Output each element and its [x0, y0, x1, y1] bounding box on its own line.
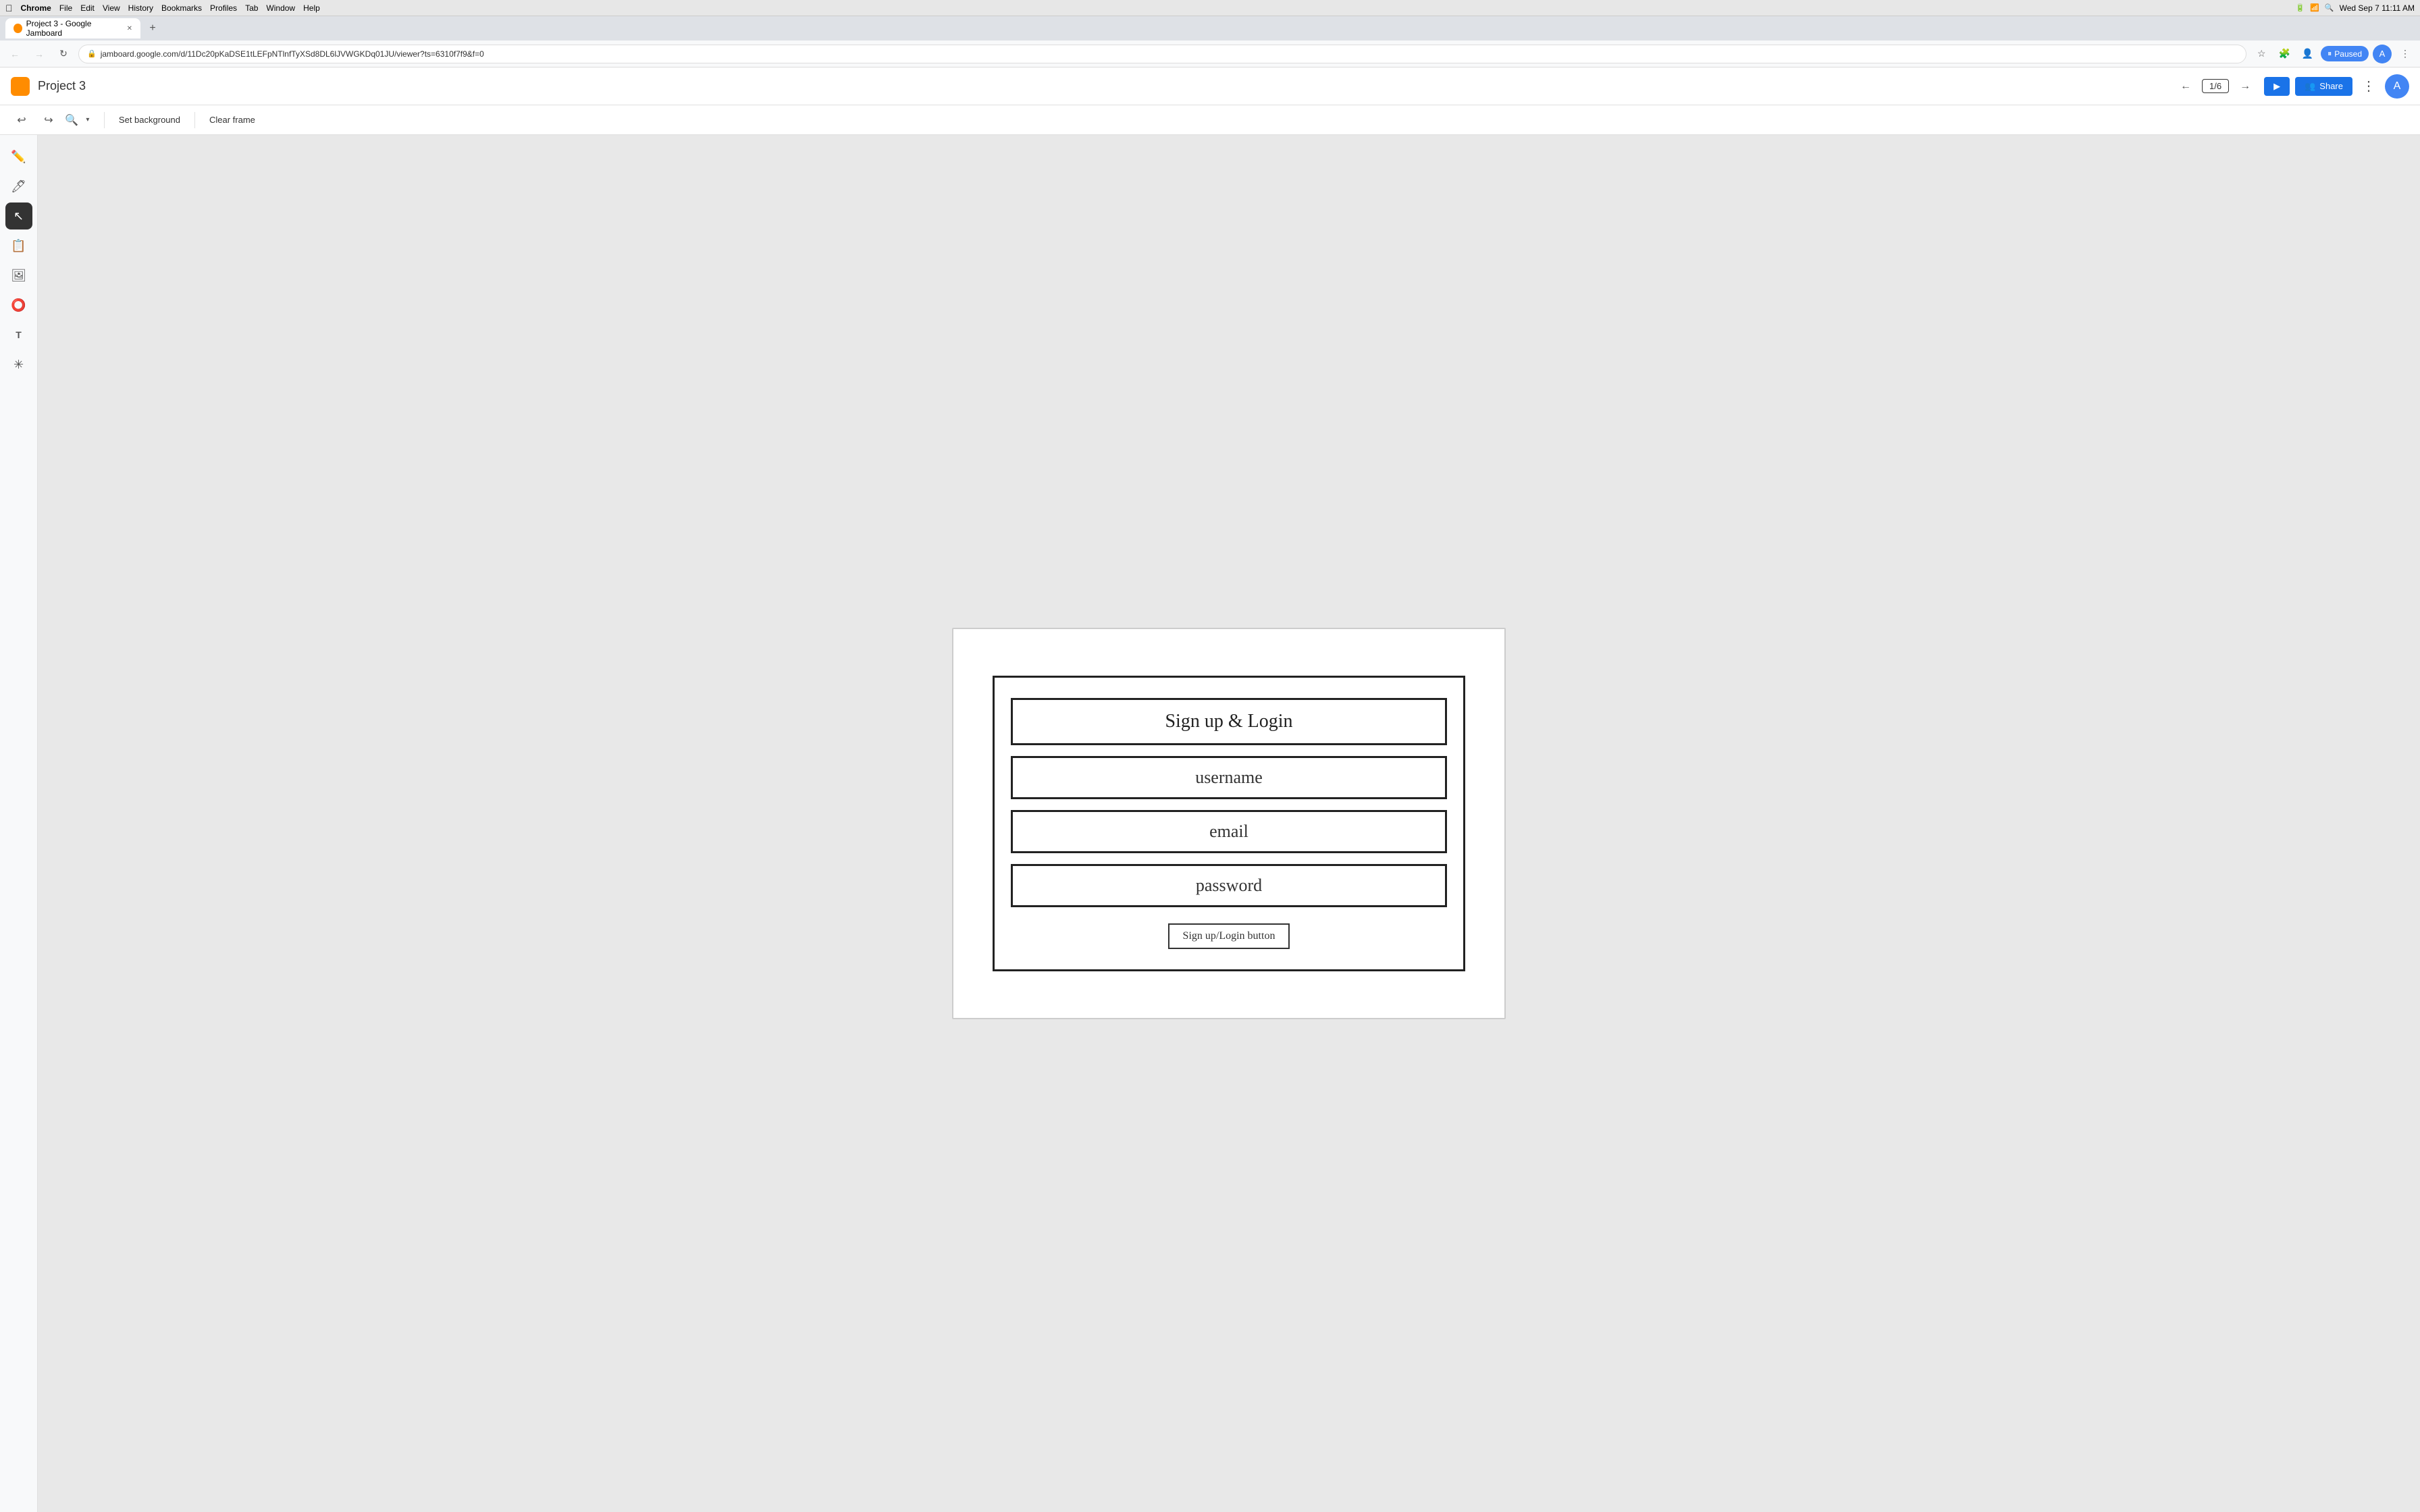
username-field-box: username	[1011, 756, 1447, 799]
menu-window[interactable]: Window	[266, 3, 295, 13]
pen-tool[interactable]: ✏️	[5, 143, 32, 170]
apple-menu[interactable]: 	[5, 3, 13, 14]
menu-help[interactable]: Help	[303, 3, 320, 13]
password-field-label: password	[1196, 875, 1262, 895]
tab-title: Project 3 - Google Jamboard	[26, 19, 120, 38]
profile-icon[interactable]: 👤	[2298, 45, 2317, 63]
redo-button[interactable]: ↪	[38, 109, 59, 131]
chrome-menu-button[interactable]: ⋮	[2396, 45, 2415, 63]
paused-button[interactable]: ⏸ Paused	[2321, 46, 2369, 61]
menu-bookmarks[interactable]: Bookmarks	[161, 3, 202, 13]
password-field-box: password	[1011, 864, 1447, 907]
form-submit-button[interactable]: Sign up/Login button	[1168, 923, 1290, 949]
present-button[interactable]: ▶	[2264, 77, 2290, 96]
share-icon: 👥	[2305, 81, 2315, 92]
chrome-user-avatar[interactable]: A	[2373, 45, 2392, 63]
sticky-note-tool[interactable]: 📋	[5, 232, 32, 259]
form-title-text: Sign up & Login	[1165, 711, 1292, 732]
menu-edit[interactable]: Edit	[80, 3, 95, 13]
laser-tool[interactable]: ✳	[5, 351, 32, 378]
address-bar-right: ☆ 🧩 👤 ⏸ Paused A ⋮	[2252, 45, 2415, 63]
paused-icon: ⏸	[2327, 49, 2332, 59]
zoom-dropdown-button[interactable]: ▾	[80, 112, 96, 128]
system-clock: Wed Sep 7 11:11 AM	[2340, 3, 2415, 13]
chrome-tab-bar: Project 3 - Google Jamboard ✕ +	[0, 16, 2420, 40]
form-title-box: Sign up & Login	[1011, 698, 1447, 745]
jamboard-toolbar: ↩ ↪ 🔍 ▾ Set background Clear frame	[0, 105, 2420, 135]
image-tool[interactable]: 🖼	[5, 262, 32, 289]
next-page-button[interactable]: →	[2234, 76, 2256, 97]
menu-chrome[interactable]: Chrome	[21, 3, 51, 13]
search-icon-menu[interactable]: 🔍	[2325, 3, 2334, 12]
app-title: Project 3	[38, 79, 2167, 93]
toolbar-divider	[104, 112, 105, 128]
menu-profiles[interactable]: Profiles	[210, 3, 237, 13]
undo-button[interactable]: ↩	[11, 109, 32, 131]
jam-frame: Sign up & Login username email password …	[952, 628, 1506, 1019]
menu-file[interactable]: File	[59, 3, 72, 13]
page-navigation: ← 1/6 →	[2175, 76, 2256, 97]
active-tab[interactable]: Project 3 - Google Jamboard ✕	[5, 18, 140, 38]
zoom-icon: 🔍	[65, 113, 78, 127]
wifi-icon: 📶	[2310, 3, 2319, 12]
shape-tool[interactable]: ⭕	[5, 292, 32, 319]
app-header-right: ▶ 👥 Share ⋮ A	[2264, 74, 2409, 99]
form-submit-label: Sign up/Login button	[1183, 930, 1275, 942]
text-tool[interactable]: T	[5, 321, 32, 348]
tab-favicon	[14, 24, 22, 33]
select-tool[interactable]: ↖	[5, 202, 32, 230]
menu-history[interactable]: History	[128, 3, 153, 13]
menu-view[interactable]: View	[103, 3, 120, 13]
lock-icon: 🔒	[87, 49, 97, 58]
email-field-label: email	[1209, 821, 1248, 841]
clear-frame-button[interactable]: Clear frame	[203, 111, 261, 128]
chrome-address-bar: ← → ↻ 🔒 jamboard.google.com/d/11Dc20pKaD…	[0, 40, 2420, 68]
close-tab-button[interactable]: ✕	[127, 25, 132, 32]
present-icon: ▶	[2273, 81, 2280, 92]
new-tab-button[interactable]: +	[143, 19, 162, 38]
bookmark-icon[interactable]: ☆	[2252, 45, 2271, 63]
share-label: Share	[2319, 81, 2343, 91]
battery-icon: 🔋	[2295, 3, 2305, 12]
reload-button[interactable]: ↻	[54, 45, 73, 63]
form-mockup: Sign up & Login username email password …	[993, 676, 1465, 971]
username-field-label: username	[1195, 767, 1263, 787]
menu-tab[interactable]: Tab	[245, 3, 258, 13]
canvas-area[interactable]: Sign up & Login username email password …	[38, 135, 2420, 1512]
tools-sidebar: ✏️ 🖊 ↖ 📋 🖼 ⭕ T ✳	[0, 135, 38, 1512]
main-layout: ✏️ 🖊 ↖ 📋 🖼 ⭕ T ✳ Sign up & Login usernam…	[0, 135, 2420, 1512]
jamboard-logo	[11, 77, 30, 96]
marker-tool[interactable]: 🖊	[5, 173, 32, 200]
set-background-button[interactable]: Set background	[113, 111, 186, 128]
zoom-controls: 🔍 ▾	[65, 112, 96, 128]
jamboard-app-header: Project 3 ← 1/6 → ▶ 👥 Share ⋮ A	[0, 68, 2420, 105]
macos-menu-bar:  Chrome File Edit View History Bookmark…	[0, 0, 2420, 16]
share-button[interactable]: 👥 Share	[2295, 77, 2352, 96]
forward-button[interactable]: →	[30, 45, 49, 63]
user-avatar[interactable]: A	[2385, 74, 2409, 99]
url-text: jamboard.google.com/d/11Dc20pKaDSE1tLEFp…	[101, 49, 484, 59]
back-button[interactable]: ←	[5, 45, 24, 63]
url-input[interactable]: 🔒 jamboard.google.com/d/11Dc20pKaDSE1tLE…	[78, 45, 2246, 63]
prev-page-button[interactable]: ←	[2175, 76, 2197, 97]
extension-icon[interactable]: 🧩	[2275, 45, 2294, 63]
email-field-box: email	[1011, 810, 1447, 853]
system-status-icons: 🔋 📶 🔍 Wed Sep 7 11:11 AM	[2295, 3, 2415, 13]
page-indicator[interactable]: 1/6	[2202, 79, 2229, 93]
more-options-button[interactable]: ⋮	[2358, 76, 2379, 97]
toolbar-divider-2	[194, 112, 195, 128]
paused-label: Paused	[2334, 49, 2362, 59]
